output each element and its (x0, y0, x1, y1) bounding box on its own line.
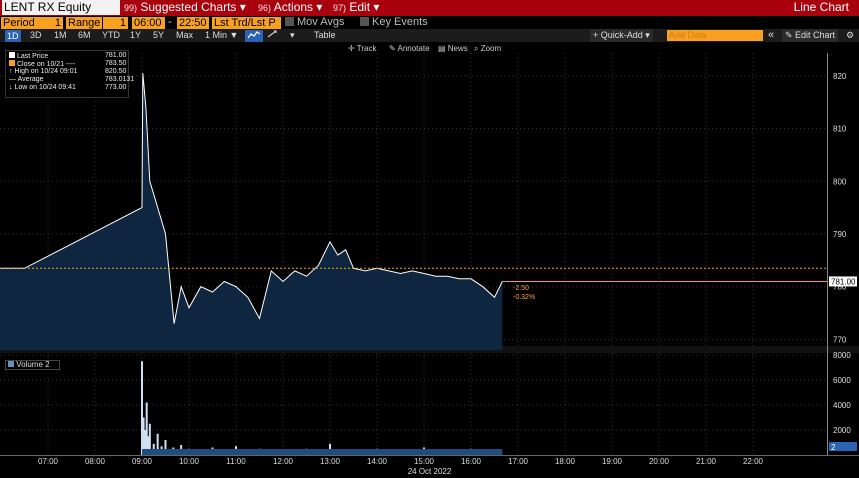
y-tick-label: 820 (833, 72, 847, 81)
x-tick-label: 08:00 (85, 457, 106, 466)
date-label: 24 Oct 2022 (407, 467, 452, 476)
vol-tick-label: 4000 (833, 401, 851, 410)
svg-text:2: 2 (831, 443, 836, 452)
x-tick-label: 09:00 (132, 457, 153, 466)
vol-tick-label: 2000 (833, 426, 851, 435)
price-area (0, 73, 503, 350)
swatch-icon (9, 52, 15, 58)
x-tick-label: 11:00 (226, 457, 246, 466)
chart-legend[interactable]: Last Price 781.00 Close on 10/21 ---- 783.… (5, 50, 135, 98)
x-tick-label: 07:00 (38, 457, 59, 466)
swatch-icon (8, 361, 14, 367)
swatch-icon (9, 60, 15, 66)
vol-tick-label: 6000 (833, 376, 851, 385)
legend-row: ↑ High on 10/24 09:01 820.50 (9, 68, 127, 75)
annotate-tool[interactable]: ✎ Annotate (389, 44, 430, 53)
vol-axis-line (827, 353, 828, 456)
volume-legend[interactable]: Volume 2 (5, 360, 60, 370)
x-tick-label: 17:00 (508, 457, 529, 466)
x-tick-label: 15:00 (414, 457, 435, 466)
change-pct: -0.32% (513, 294, 535, 301)
legend-row: — Average 783.0131 (9, 76, 135, 83)
x-tick-label: 14:00 (367, 457, 388, 466)
x-tick-label: 19:00 (602, 457, 623, 466)
zoom-tool[interactable]: ⌕ Zoom (474, 44, 501, 54)
x-tick-label: 21:00 (696, 457, 717, 466)
x-tick-label: 10:00 (179, 457, 200, 466)
y-tick-label: 790 (833, 230, 847, 239)
x-tick-label: 12:00 (273, 457, 294, 466)
x-tick-label: 20:00 (649, 457, 670, 466)
legend-row: Close on 10/21 ---- 783.50 (9, 60, 126, 68)
svg-text:781.00: 781.00 (831, 277, 856, 286)
x-tick-label: 22:00 (743, 457, 764, 466)
x-tick-label: 16:00 (461, 457, 482, 466)
x-tick-label: 13:00 (320, 457, 341, 466)
news-tool[interactable]: ▤ News (438, 44, 468, 53)
track-tool[interactable]: ✛ Track (348, 44, 376, 53)
vol-tick-label: 8000 (833, 351, 851, 360)
y-tick-label: 810 (833, 125, 847, 134)
last-price-badge: 781.00 (829, 276, 857, 287)
change-value: -2.50 (513, 285, 529, 292)
y-axis-line (827, 53, 828, 353)
x-axis-line (0, 455, 859, 456)
y-tick-label: 770 (833, 335, 847, 344)
news-icon: ▤ (438, 44, 448, 53)
legend-row: ↓ Low on 10/24 09:41 773.00 (9, 84, 127, 91)
volume-base (142, 449, 503, 455)
x-tick-label: 18:00 (555, 457, 576, 466)
average-icon: — (9, 76, 18, 83)
volume-badge: 2 (829, 442, 857, 452)
crosshair-icon: ✛ (348, 44, 357, 53)
y-tick-label: 800 (833, 177, 847, 186)
zoom-icon: ⌕ (474, 44, 481, 53)
legend-row: Last Price 781.00 (9, 52, 126, 60)
